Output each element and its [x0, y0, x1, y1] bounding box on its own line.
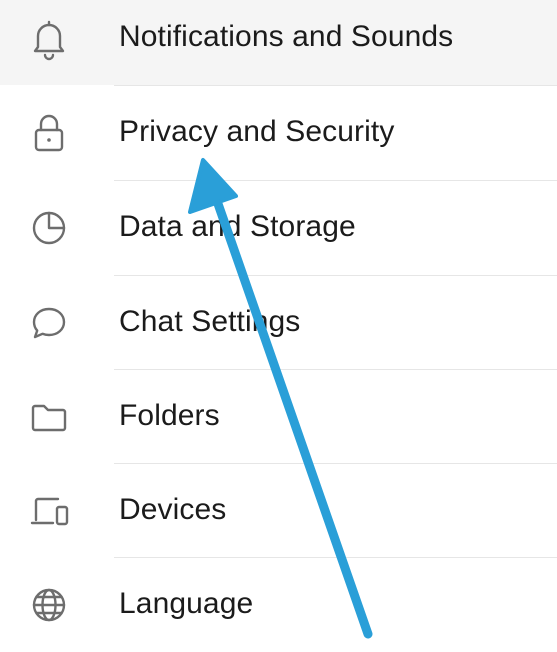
settings-item-label: Privacy and Security [119, 115, 395, 148]
settings-item-notifications[interactable]: Notifications and Sounds [0, 0, 557, 85]
settings-item-label: Chat Settings [119, 305, 301, 338]
settings-item-label: Folders [119, 399, 220, 432]
folder-icon [25, 393, 73, 441]
settings-item-data-storage[interactable]: Data and Storage [0, 181, 557, 275]
lock-icon [25, 109, 73, 157]
devices-icon [25, 487, 73, 535]
pie-chart-icon [25, 204, 73, 252]
settings-list: Notifications and Sounds Privacy and Sec… [0, 0, 557, 646]
settings-item-folders[interactable]: Folders [0, 370, 557, 464]
bell-icon [25, 14, 73, 62]
settings-item-label: Notifications and Sounds [119, 20, 454, 53]
settings-item-label: Language [119, 587, 254, 620]
settings-item-label: Devices [119, 493, 227, 526]
settings-item-privacy[interactable]: Privacy and Security [0, 86, 557, 180]
settings-item-chat[interactable]: Chat Settings [0, 276, 557, 370]
settings-item-devices[interactable]: Devices [0, 464, 557, 558]
settings-item-language[interactable]: Language [0, 558, 557, 652]
chat-bubble-icon [25, 299, 73, 347]
settings-item-label: Data and Storage [119, 210, 356, 243]
globe-icon [25, 581, 73, 629]
